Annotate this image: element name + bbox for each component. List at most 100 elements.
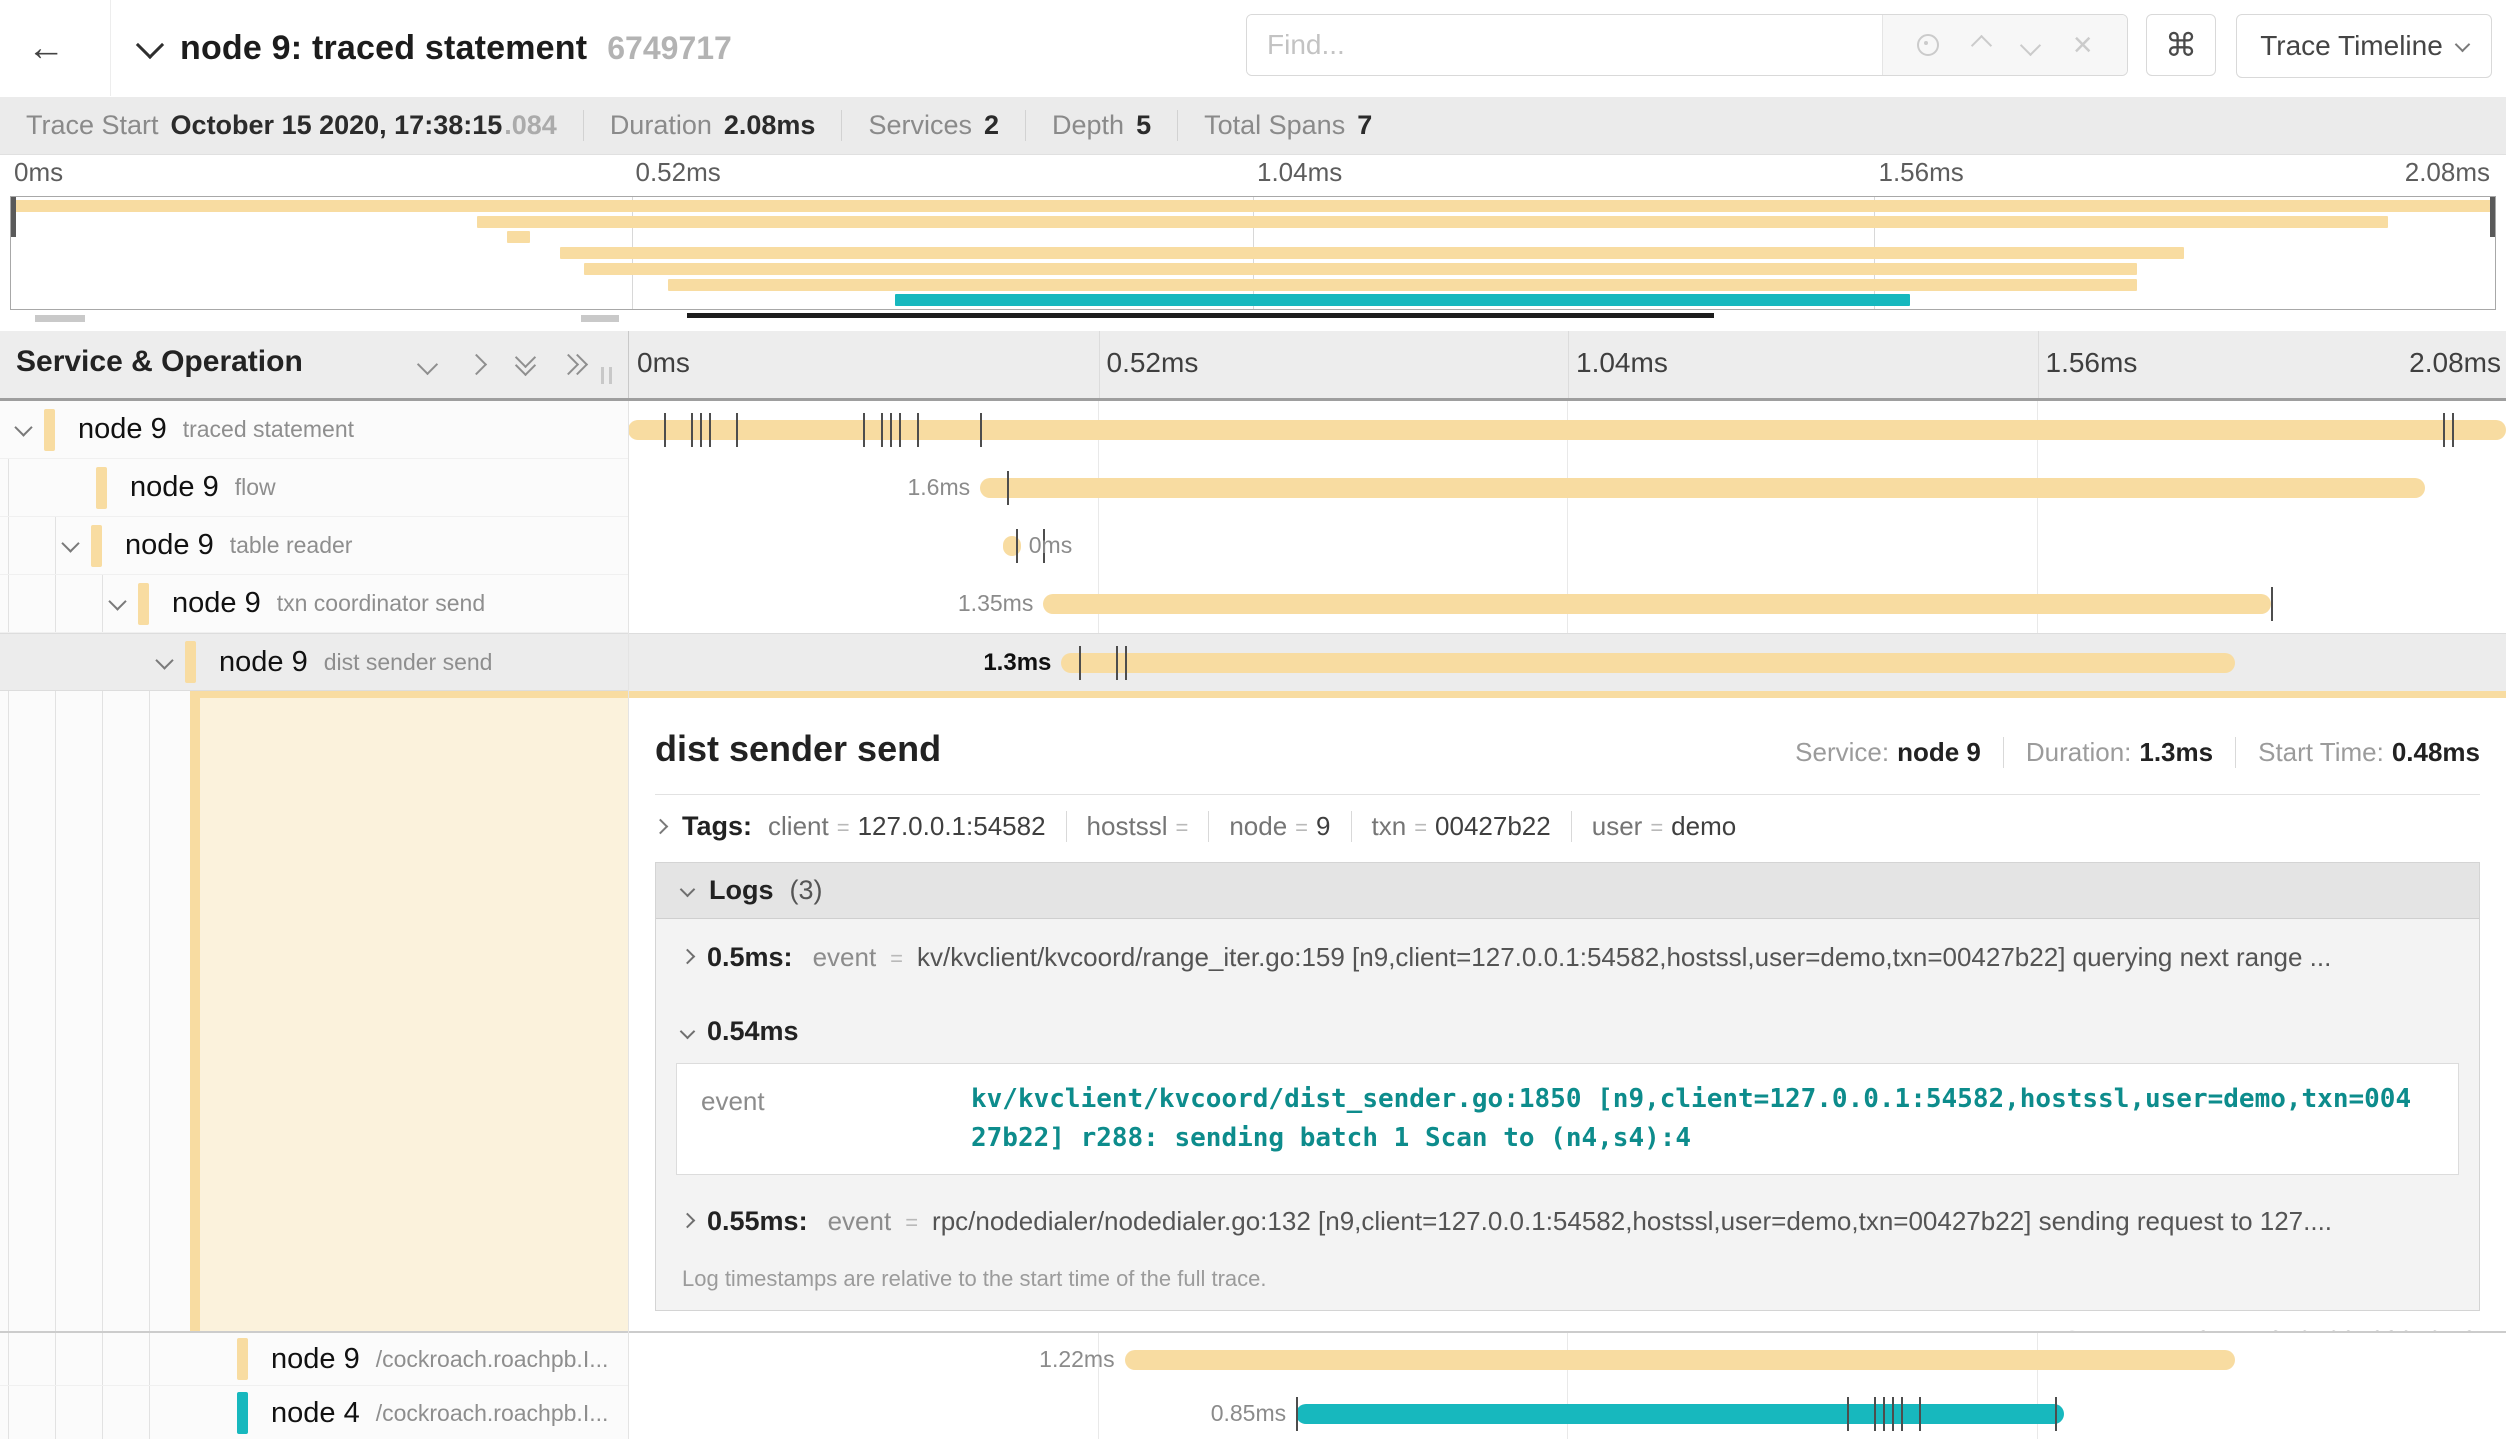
tree-controls (420, 331, 585, 398)
expander-icon[interactable] (14, 418, 32, 436)
span-bar-row[interactable]: 1.22ms (628, 1333, 2506, 1386)
span-bar-row[interactable]: 1.35ms (628, 575, 2506, 633)
minimap-span-bar (11, 200, 2495, 212)
logs-header[interactable]: Logs (3) (656, 863, 2479, 919)
log-preview: rpc/nodedialer/nodedialer.go:132 [n9,cli… (932, 1206, 2453, 1237)
trace-minimap[interactable]: 0ms0.52ms1.04ms1.56ms2.08ms (0, 155, 2506, 331)
log-kv-key: event (701, 1080, 971, 1158)
summary-item-label: Trace Start (26, 110, 159, 141)
find-clear-icon[interactable]: × (2073, 28, 2093, 62)
tag-item[interactable]: txn=00427b22 (1351, 811, 1551, 842)
span-tree-row[interactable]: node 4/cockroach.roachpb.I... (0, 1387, 628, 1439)
log-tick (917, 413, 919, 447)
log-tick (2452, 413, 2454, 447)
log-tick (2055, 1397, 2057, 1431)
span-bar-row[interactable]: 0ms (628, 517, 2506, 575)
tag-item[interactable]: hostssl= (1066, 811, 1189, 842)
span-tree-row[interactable]: node 9traced statement (0, 401, 628, 459)
tag-value: 127.0.0.1:54582 (858, 811, 1046, 842)
find-input[interactable] (1247, 15, 1882, 75)
span-bar[interactable] (980, 478, 2425, 498)
operation-name: flow (235, 474, 276, 501)
log-preview: kv/kvclient/kvcoord/range_iter.go:159 [n… (917, 942, 2453, 973)
collapse-all-icon[interactable] (518, 357, 533, 373)
expand-all-icon[interactable] (567, 357, 585, 372)
ruler-tick-label: 0.52ms (1099, 347, 1199, 379)
tag-equals: = (1650, 815, 1663, 841)
service-name: node 9 (125, 529, 214, 562)
minimap-scrub-mark[interactable] (35, 315, 85, 322)
expander-icon[interactable] (155, 651, 173, 669)
span-tree-row[interactable]: node 9table reader (0, 517, 628, 575)
back-button[interactable]: ← (18, 22, 74, 74)
service-value: node 9 (1897, 737, 1981, 767)
span-bar-row[interactable]: 0.85ms (628, 1387, 2506, 1439)
keyboard-shortcuts-button[interactable]: ⌘ (2146, 14, 2216, 76)
detail-bottom-border (0, 1331, 2506, 1333)
span-tree-row[interactable]: node 9dist sender send (0, 633, 628, 691)
span-tree-row[interactable]: node 9/cockroach.roachpb.I... (0, 1333, 628, 1386)
find-tools: × (1882, 15, 2127, 75)
minimap-left-handle[interactable] (11, 197, 16, 237)
log-entries: 0.5ms:event=kv/kvclient/kvcoord/range_it… (656, 919, 2479, 1260)
trace-title-group: node 9: traced statement 6749717 (140, 0, 732, 96)
tag-item[interactable]: node=9 (1208, 811, 1330, 842)
find-next-icon[interactable] (2020, 34, 2041, 55)
locate-icon[interactable] (1917, 34, 1939, 56)
minimap-scrub-mark[interactable] (581, 315, 619, 322)
log-kv-value: kv/kvclient/kvcoord/dist_sender.go:1850 … (971, 1080, 2423, 1158)
log-tick (1883, 1397, 1885, 1431)
find-prev-icon[interactable] (1971, 34, 1992, 55)
duration-label: Duration: (2026, 737, 2132, 767)
minimap-canvas[interactable] (10, 196, 2496, 310)
summary-item-value: 2.08ms (724, 110, 816, 141)
minimap-span-bar (560, 247, 2184, 259)
duration-label: 0ms (1029, 532, 1072, 559)
log-tick (1892, 1397, 1894, 1431)
span-bar-row[interactable]: 1.6ms (628, 459, 2506, 517)
gridline (1568, 331, 1569, 398)
log-tick (736, 413, 738, 447)
tags-label: Tags: (682, 811, 752, 842)
column-divider (628, 401, 629, 1439)
summary-item: Services2 (841, 110, 999, 141)
span-bar[interactable] (1061, 653, 2235, 673)
collapse-trace-icon[interactable] (136, 31, 164, 59)
expander-icon[interactable] (61, 534, 79, 552)
log-entry[interactable]: 0.55ms:event=rpc/nodedialer/nodedialer.g… (656, 1183, 2479, 1260)
summary-item-value: 7 (1357, 110, 1372, 141)
page-title: node 9: traced statement (180, 29, 587, 68)
span-bar[interactable] (1043, 594, 2271, 614)
log-entry[interactable]: 0.5ms:event=kv/kvclient/kvcoord/range_it… (656, 919, 2479, 996)
minimap-right-handle[interactable] (2490, 197, 2495, 237)
expand-one-icon[interactable] (469, 357, 484, 372)
log-key: event (813, 942, 877, 973)
gridline (2038, 331, 2039, 398)
log-tick (1079, 646, 1081, 680)
chevron-right-icon (653, 819, 669, 835)
log-key: event (828, 1206, 892, 1237)
span-bar[interactable] (1296, 1404, 2063, 1424)
collapse-one-icon[interactable] (420, 357, 435, 372)
span-bar[interactable] (628, 420, 2506, 440)
trace-view-dropdown[interactable]: Trace Timeline (2236, 14, 2492, 78)
span-bar-row[interactable] (628, 401, 2506, 459)
expander-icon[interactable] (108, 592, 126, 610)
summary-item-suffix: .084 (504, 110, 557, 141)
ruler-tick-label: 0.52ms (632, 157, 721, 188)
log-entry-expanded-header[interactable]: 0.54ms (656, 996, 2479, 1047)
span-bar-row[interactable]: 1.3ms (628, 633, 2506, 693)
detail-top-border (190, 691, 2506, 698)
summary-item-value: October 15 2020, 17:38:15 (171, 110, 503, 141)
tag-item[interactable]: client=127.0.0.1:54582 (768, 811, 1046, 842)
column-resize-grip[interactable] (601, 367, 612, 384)
tags-row[interactable]: Tags: client=127.0.0.1:54582hostssl=node… (655, 811, 2480, 842)
minimap-span-bar (584, 263, 2137, 275)
tag-item[interactable]: user=demo (1571, 811, 1736, 842)
summary-item-value: 2 (984, 110, 999, 141)
log-kv-table: eventkv/kvclient/kvcoord/dist_sender.go:… (676, 1063, 2459, 1175)
span-tree-row[interactable]: node 9txn coordinator send (0, 575, 628, 633)
span-tree-row[interactable]: node 9flow (0, 459, 628, 517)
tag-key: hostssl (1087, 811, 1168, 842)
span-bar[interactable] (1125, 1350, 2236, 1370)
